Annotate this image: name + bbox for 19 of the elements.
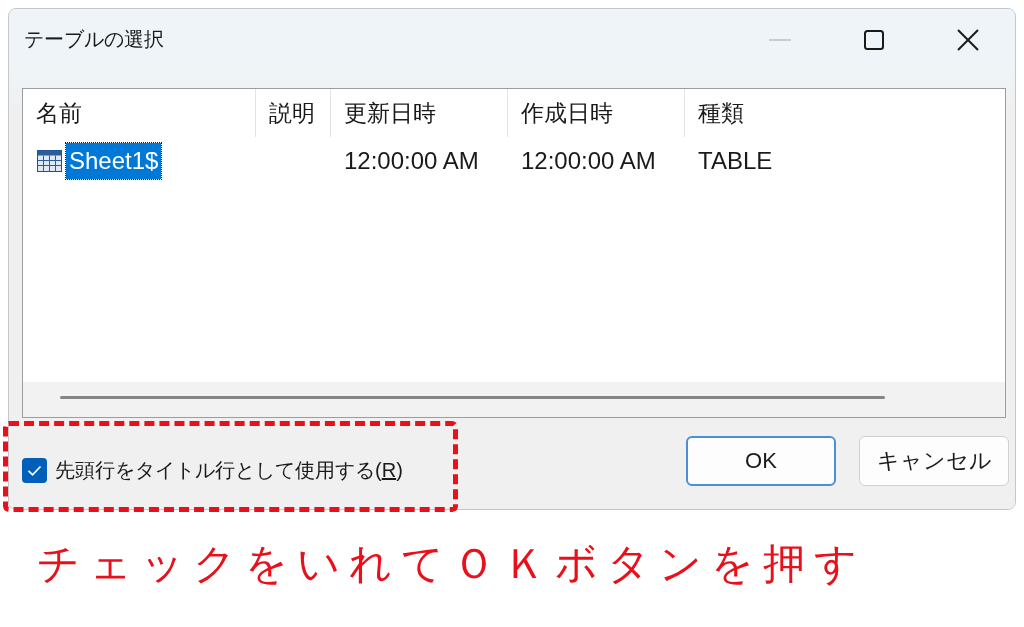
column-header[interactable]: 種類 [685, 89, 1005, 137]
table-cell: TABLE [698, 147, 773, 175]
close-icon[interactable] [957, 28, 979, 51]
scrollbar-thumb[interactable] [60, 396, 885, 399]
column-header[interactable]: 更新日時 [331, 89, 508, 137]
column-header[interactable]: 作成日時 [508, 89, 685, 137]
window-title: テーブルの選択 [24, 27, 165, 52]
checkbox[interactable] [22, 458, 47, 483]
column-header[interactable]: 説明 [256, 89, 331, 137]
checkbox-label[interactable]: 先頭行をタイトル行として使用する(R) [55, 457, 403, 484]
table-item-name[interactable]: Sheet1$ [66, 143, 162, 179]
cancel-button[interactable]: キャンセル [859, 436, 1009, 486]
table-cell: 12:00:00 AM [521, 147, 656, 175]
annotation-caption: チェックをいれてＯＫボタンを押す [37, 539, 866, 589]
table-icon [37, 150, 62, 172]
table-cell: 12:00:00 AM [344, 147, 479, 175]
column-header[interactable]: 名前 [23, 89, 256, 137]
ok-button[interactable]: OK [686, 436, 836, 486]
maximize-icon[interactable] [864, 29, 884, 50]
